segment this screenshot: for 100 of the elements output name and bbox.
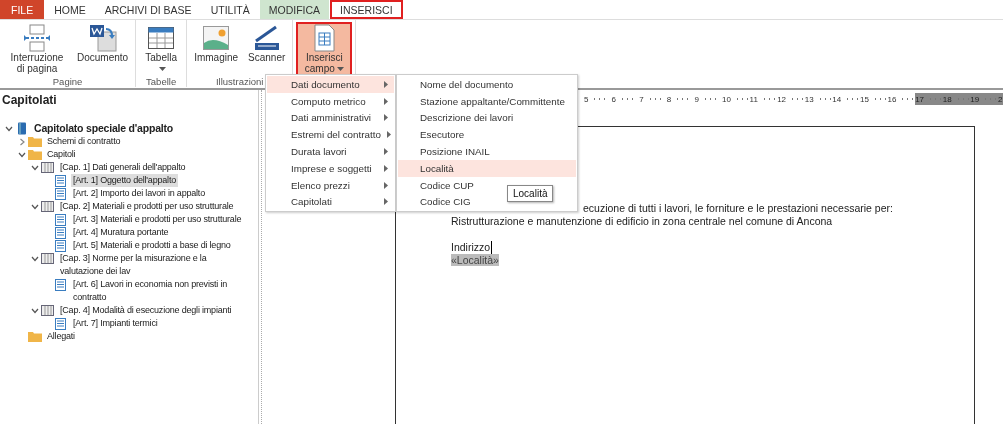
ruler-number: 19: [970, 94, 980, 104]
article-icon: [55, 317, 66, 330]
ribbon-tab[interactable]: INSERISCI: [330, 0, 403, 19]
menu-item[interactable]: Durata lavori: [267, 143, 394, 160]
document-icon: [88, 24, 117, 52]
tree-item[interactable]: [Cap. 2] Materiali e prodotti per uso strutturale: [58, 200, 236, 213]
collapse-chevron-icon[interactable]: [31, 163, 39, 172]
tooltip: Località: [507, 185, 554, 202]
group-label: Tabelle: [146, 76, 177, 87]
tree-item[interactable]: [Art. 4] Muratura portante: [71, 226, 171, 239]
ruler-number: 7: [639, 94, 644, 104]
merge-field[interactable]: «Località»: [451, 254, 499, 266]
collapse-chevron-icon[interactable]: [31, 306, 39, 315]
ribbon-button[interactable]: Scanner: [244, 22, 290, 76]
folder-icon: [27, 331, 42, 342]
chapter-icon: [41, 201, 54, 212]
panel-title: Capitolati: [1, 92, 58, 109]
article-icon: [55, 239, 66, 252]
menu-item[interactable]: Esecutore: [398, 126, 467, 144]
scanner-icon: [252, 24, 281, 52]
tree-item[interactable]: [Art. 2] Importo dei lavori in appalto: [71, 187, 207, 200]
collapse-chevron-icon[interactable]: [5, 124, 13, 133]
ruler-number: 5: [584, 94, 589, 104]
tree-item[interactable]: [Art. 5] Materiali e prodotti a base di legno: [71, 239, 233, 252]
tree-item[interactable]: Capitolato speciale d'appalto: [32, 122, 176, 135]
chapter-icon: [41, 305, 54, 316]
submenu-arrow-icon: [384, 198, 388, 206]
text-cursor: [491, 241, 493, 254]
article-icon: [55, 226, 66, 239]
tree-item[interactable]: [Cap. 1] Dati generali dell'appalto: [58, 161, 188, 174]
ruler-number: 17: [915, 94, 925, 104]
group-label: Pagine: [52, 76, 83, 87]
folder-icon: [27, 149, 42, 160]
menu-item[interactable]: Codice CUP: [398, 176, 476, 194]
menu-item[interactable]: Località: [398, 160, 576, 177]
tree-item[interactable]: [Art. 7] Impianti termici: [71, 317, 160, 330]
ribbon-tab[interactable]: MODIFICA: [259, 0, 330, 19]
menu-item[interactable]: Stazione appaltante/Committente: [398, 92, 567, 110]
menu-item[interactable]: Elenco prezzi: [267, 176, 394, 194]
document-text: ecuzione di tutti i lavori, le forniture e le prestazioni necessarie per:: [583, 202, 893, 214]
menu-item[interactable]: Dati documento: [267, 76, 394, 93]
ruler-number: 12: [777, 94, 787, 104]
document-text: Indirizzo: [451, 241, 491, 254]
menu-item[interactable]: Codice CIG: [398, 193, 473, 211]
submenu-arrow-icon: [384, 80, 388, 88]
book-icon: [16, 122, 27, 135]
menu-item[interactable]: Nome del documento: [398, 76, 516, 93]
expand-chevron-icon[interactable]: [18, 137, 26, 146]
ribbon-tab[interactable]: ARCHIVI DI BASE: [95, 0, 201, 19]
ruler-number: 16: [887, 94, 897, 104]
tree-item[interactable]: [Cap. 3] Norme per la misurazione e la valutazione dei lav: [58, 252, 254, 278]
folder-icon: [27, 136, 42, 147]
tree-item[interactable]: [Art. 3] Materiali e prodotti per uso strutturale: [71, 213, 244, 226]
ruler-number: 18: [942, 94, 952, 104]
ruler-number: 9: [694, 94, 699, 104]
ruler-number: 2: [997, 94, 1003, 104]
chapter-icon: [41, 162, 54, 173]
ribbon-tab[interactable]: HOME: [45, 0, 95, 19]
tree-item[interactable]: Schemi di contratto: [45, 135, 123, 148]
page-break-icon: [23, 24, 51, 52]
submenu-arrow-icon: [386, 131, 391, 139]
tree-item[interactable]: Capitoli: [45, 148, 78, 161]
submenu-arrow-icon: [384, 114, 388, 122]
menu-item[interactable]: Posizione INAIL: [398, 143, 492, 160]
submenu-arrow-icon: [384, 181, 388, 189]
document-text: Ristrutturazione e manutenzione di edificio in zona centrale nel comune di Ancona: [451, 215, 833, 227]
ruler-number: 14: [832, 94, 842, 104]
article-icon: [55, 174, 66, 187]
menu-item[interactable]: Dati amministrativi: [267, 109, 394, 127]
collapse-chevron-icon[interactable]: [18, 150, 26, 159]
collapse-chevron-icon[interactable]: [31, 202, 39, 211]
table-icon: [147, 24, 176, 52]
ruler-number: 8: [666, 94, 672, 104]
ribbon-button[interactable]: Interruzione di pagina: [3, 22, 71, 76]
ruler-number: 10: [721, 94, 731, 104]
ruler-number: 6: [611, 94, 617, 104]
ribbon-button[interactable]: Tabella: [139, 22, 184, 76]
tree-item[interactable]: [Art. 1] Oggetto dell'appalto: [71, 174, 178, 187]
article-icon: [55, 213, 66, 226]
article-icon: [55, 278, 66, 291]
menu-item[interactable]: Computo metrico: [267, 92, 394, 110]
group-label: Illustrazioni: [215, 76, 264, 87]
ribbon-tab[interactable]: UTILITÀ: [201, 0, 259, 19]
menu-item[interactable]: Capitolati: [267, 193, 394, 211]
article-icon: [55, 187, 66, 200]
tree-item[interactable]: [Art. 6] Lavori in economia non previsti in contratto: [71, 278, 254, 304]
tree-item[interactable]: Allegati: [45, 330, 77, 343]
ribbon-button[interactable]: Inserisci campo: [296, 22, 353, 76]
ruler-number: 11: [749, 94, 758, 104]
ruler-number: 13: [804, 94, 814, 104]
menu-item[interactable]: Descrizione dei lavori: [398, 109, 516, 127]
tree-item[interactable]: [Cap. 4] Modalità di esecuzione degli impianti: [58, 304, 234, 317]
collapse-chevron-icon[interactable]: [31, 254, 39, 263]
menu-item[interactable]: Estremi del contratto: [267, 126, 394, 144]
chapter-icon: [41, 253, 54, 264]
ribbon-button[interactable]: Documento: [73, 22, 133, 76]
menu-item[interactable]: Imprese e soggetti: [267, 160, 394, 177]
ruler-number: 15: [859, 94, 869, 104]
ribbon-button[interactable]: Immagine: [190, 22, 243, 76]
ribbon-tab[interactable]: FILE: [0, 0, 45, 19]
